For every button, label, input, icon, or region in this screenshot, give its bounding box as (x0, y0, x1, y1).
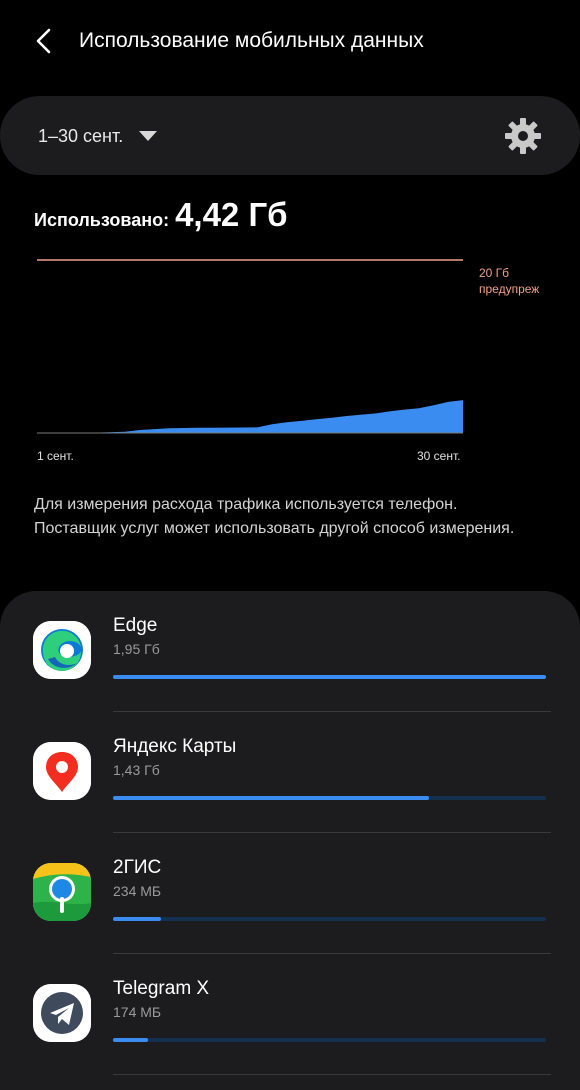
warning-limit-value: 20 Гб (479, 266, 510, 280)
app-usage-list: Edge 1,95 Гб Яндекс Карты 1,43 Гб 2ГИС 2… (0, 591, 580, 1090)
back-button[interactable] (30, 24, 62, 58)
usage-bar (113, 917, 546, 921)
gear-icon (505, 118, 541, 154)
app-name: Telegram X (113, 978, 210, 999)
period-dropdown[interactable]: 1–30 сент. (38, 122, 158, 150)
usage-bar (113, 1038, 546, 1042)
page-title: Использование мобильных данных (79, 29, 424, 52)
x-axis-start-label: 1 сент. (37, 449, 74, 463)
divider (113, 1074, 551, 1075)
usage-area (37, 400, 463, 433)
usage-value: 4,42 Гб (175, 196, 288, 233)
usage-bar-fill (113, 675, 546, 679)
list-item-telegram-x[interactable]: Telegram X 174 МБ (0, 954, 580, 1075)
usage-summary: Использовано: 4,42 Гб (34, 196, 288, 234)
list-item-edge[interactable]: Edge 1,95 Гб (0, 591, 580, 712)
back-arrow-icon (36, 28, 51, 54)
warning-limit-label: 20 Гб предупреж (479, 265, 539, 297)
x-axis-end-label: 30 сент. (417, 449, 461, 463)
2gis-icon (33, 863, 91, 921)
app-data-size: 1,43 Гб (113, 762, 160, 778)
usage-bar-fill (113, 917, 161, 921)
caret-down-icon (139, 131, 158, 141)
warning-limit-caption: предупреж (479, 282, 540, 296)
top-app-bar: Использование мобильных данных (0, 0, 580, 82)
data-usage-chart: 20 Гб предупреж 1 сент. 30 сент. (0, 250, 580, 470)
app-name: Яндекс Карты (113, 736, 237, 757)
usage-bar (113, 796, 546, 800)
usage-bar (113, 675, 546, 679)
app-data-size: 234 МБ (113, 883, 162, 899)
app-data-size: 174 МБ (113, 1004, 162, 1020)
period-label: 1–30 сент. (38, 125, 124, 146)
settings-button[interactable] (503, 116, 543, 156)
usage-bar-fill (113, 1038, 148, 1042)
usage-label: Использовано: (34, 210, 170, 230)
app-name: 2ГИС (113, 857, 162, 878)
app-name: Edge (113, 615, 158, 636)
yandex-maps-icon (33, 742, 91, 800)
app-data-size: 1,95 Гб (113, 641, 160, 657)
list-item-2gis[interactable]: 2ГИС 234 МБ (0, 833, 580, 954)
period-card: 1–30 сент. (0, 96, 580, 175)
usage-bar-fill (113, 796, 430, 800)
list-item-yandex-maps[interactable]: Яндекс Карты 1,43 Гб (0, 712, 580, 833)
telegram-icon (33, 984, 91, 1042)
edge-icon (33, 621, 91, 679)
measurement-note: Для измерения расхода трафика использует… (34, 496, 515, 537)
